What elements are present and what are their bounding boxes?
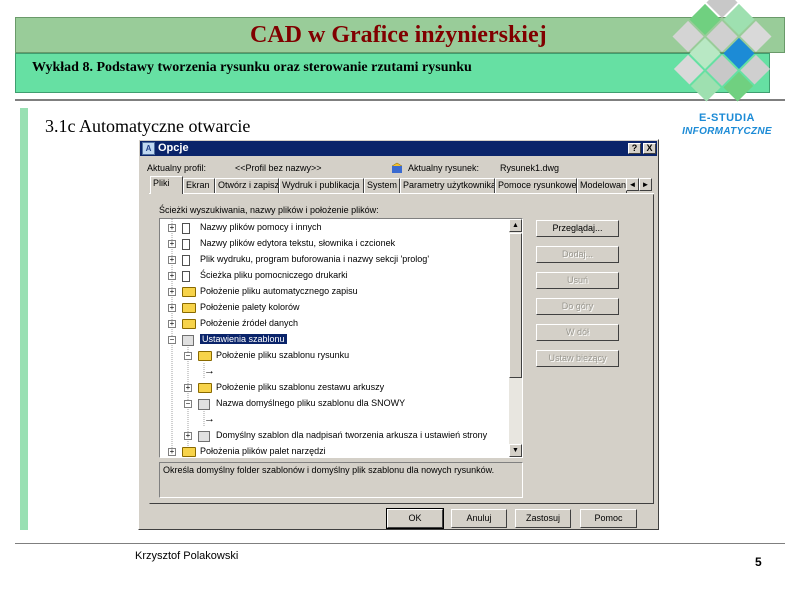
tab-pliki[interactable]: Pliki (150, 176, 183, 194)
doc-icon (182, 255, 190, 266)
tree-item-label: Domyślny szablon dla nadpisań tworzenia … (216, 430, 488, 440)
left-accent-bar (20, 108, 28, 530)
tree-item-label: Nazwy plików edytora tekstu, słownika i … (200, 238, 396, 248)
ok-button[interactable]: OK (386, 508, 444, 529)
expand-icon[interactable]: + (168, 272, 176, 280)
collapse-icon[interactable]: − (168, 336, 176, 344)
tab-pomoce-rysunkowe[interactable]: Pomoce rysunkowe (495, 178, 577, 193)
drawing-value: Rysunek1.dwg (500, 163, 560, 173)
tab-wydruk-i-publikacja[interactable]: Wydruk i publikacja (279, 178, 364, 193)
tab-scroll-left-icon[interactable]: ◄ (626, 178, 639, 191)
tab-otworz-i-zapisz[interactable]: Otwórz i zapisz (215, 178, 279, 193)
scroll-up-icon[interactable]: ▲ (509, 219, 522, 232)
folder-icon (198, 383, 212, 393)
tree-item-label: Nazwy plików pomocy i innych (200, 222, 322, 232)
expand-icon[interactable]: + (184, 384, 192, 392)
slide-subtitle: Wykład 8. Podstawy tworzenia rysunku ora… (32, 60, 472, 75)
tree-item-label: Położenie źródeł danych (200, 318, 299, 328)
set-current-button[interactable]: Ustaw bieżący (536, 350, 619, 367)
tree-item-label: Położenie pliku szablonu zestawu arkuszy (216, 382, 385, 392)
arrow-icon: → (204, 413, 215, 425)
dialog-titlebar[interactable] (140, 141, 657, 156)
tree-item-label: Położenie pliku automatycznego zapisu (200, 286, 358, 296)
apply-button[interactable]: Zastosuj (515, 509, 571, 528)
tab-parametry-uzytkownika[interactable]: Parametry użytkownika (400, 178, 495, 193)
collapse-icon[interactable]: − (184, 400, 192, 408)
help-button[interactable]: ? (628, 143, 641, 154)
profile-value: <<Profil bez nazwy>> (235, 163, 322, 173)
dialog-title: Opcje (158, 142, 189, 154)
scroll-down-icon[interactable]: ▼ (509, 444, 522, 457)
move-down-button[interactable]: W dół (536, 324, 619, 341)
collapse-icon[interactable]: − (184, 352, 192, 360)
folder-icon (182, 319, 196, 329)
help-dialog-button[interactable]: Pomoc (580, 509, 637, 528)
description-box: Określa domyślny folder szablonów i domy… (159, 462, 523, 498)
browse-button[interactable]: Przeglądaj... (536, 220, 619, 237)
add-button[interactable]: Dodaj... (536, 246, 619, 263)
search-paths-tree[interactable]: + Nazwy plików pomocy i innych + Nazwy plik… (159, 218, 523, 458)
section-heading: 3.1c Automatyczne otwarcie (45, 116, 251, 136)
doc-icon (182, 223, 190, 234)
folder-icon (182, 447, 196, 457)
remove-button[interactable]: Usuń (536, 272, 619, 289)
tree-item-label: Plik wydruku, program buforowania i nazw… (200, 254, 430, 264)
scroll-thumb[interactable] (509, 233, 522, 378)
expand-icon[interactable]: + (168, 256, 176, 264)
expand-icon[interactable]: + (168, 224, 176, 232)
drawing-icon (391, 161, 403, 173)
drawing-label: Aktualny rysunek: (408, 163, 480, 173)
tab-modelowanie[interactable]: Modelowan (577, 178, 627, 193)
expand-icon[interactable]: + (168, 304, 176, 312)
tree-item-label: Ustawienia szablonu (200, 334, 287, 344)
close-button[interactable]: X (643, 143, 656, 154)
tab-ekran[interactable]: Ekran (183, 178, 215, 193)
profile-label: Aktualny profil: (147, 163, 207, 173)
tree-item-label: Położenie palety kolorów (200, 302, 300, 312)
doc-icon (182, 239, 190, 250)
logo-text-informatyczne: INFORMATYCZNE (682, 126, 772, 137)
expand-icon[interactable]: + (168, 288, 176, 296)
cancel-button[interactable]: Anuluj (451, 509, 507, 528)
expand-icon[interactable]: + (168, 240, 176, 248)
arrow-icon: → (204, 365, 215, 377)
doc-icon (182, 271, 190, 282)
expand-icon[interactable]: + (168, 448, 176, 456)
author: Krzysztof Polakowski (135, 550, 239, 562)
logo-text-estudia: E-STUDIA (699, 112, 755, 124)
template-settings-icon (182, 335, 194, 346)
page-number: 5 (755, 555, 762, 569)
move-up-button[interactable]: Do góry (536, 298, 619, 315)
tree-item-label: Nazwa domyślnego pliku szablonu dla SNOW… (216, 398, 406, 408)
footer-divider (15, 543, 785, 544)
expand-icon[interactable]: + (168, 320, 176, 328)
slide-title: CAD w Grafice inżynierskiej (250, 22, 547, 48)
template-icon (198, 431, 210, 442)
tree-item-label: Ścieżka pliku pomocniczego drukarki (200, 270, 348, 280)
folder-icon (182, 287, 196, 297)
tree-item-label: Położenia plików palet narzędzi (200, 446, 326, 456)
e-studia-logo (672, 0, 772, 102)
tab-scroll-right-icon[interactable]: ► (639, 178, 652, 191)
paths-section-label: Ścieżki wyszukiwania, nazwy plików i poł… (159, 205, 379, 215)
folder-icon (198, 351, 212, 361)
tab-system[interactable]: System (364, 178, 400, 193)
expand-icon[interactable]: + (184, 432, 192, 440)
app-icon: A (142, 142, 155, 155)
template-icon (198, 399, 210, 410)
tree-item-label: Położenie pliku szablonu rysunku (216, 350, 350, 360)
folder-icon (182, 303, 196, 313)
